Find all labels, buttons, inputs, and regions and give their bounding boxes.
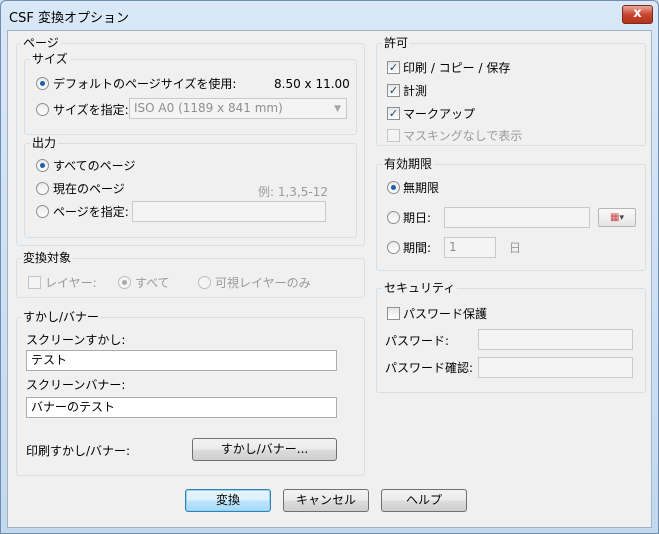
layer-checkbox[interactable]	[28, 276, 41, 289]
markup-label: マークアップ	[403, 107, 476, 121]
date-label: 期日:	[403, 211, 432, 225]
print-copy-save-checkbox[interactable]: ✓	[387, 61, 400, 74]
current-page-label: 現在のページ	[53, 182, 125, 196]
watermark-group-legend: すかし/バナー	[21, 310, 102, 324]
chevron-down-icon: ▾	[619, 213, 624, 223]
password-input[interactable]	[478, 329, 633, 350]
specify-size-radio[interactable]	[36, 103, 49, 116]
dialog-body: ページ サイズ デフォルトのページサイズを使用: 8.50 x 11.00 サイ…	[7, 30, 652, 528]
period-input[interactable]: 1	[444, 237, 496, 258]
size-select-value: ISO A0 (1189 x 841 mm)	[134, 101, 283, 115]
visible-layers-radio[interactable]	[198, 276, 211, 289]
convert-button[interactable]: 変換	[185, 489, 271, 512]
dialog-window: CSF 変換オプション x ページ サイズ デフォルトのページサイズを使用: 8…	[0, 0, 659, 534]
all-layers-radio[interactable]	[118, 276, 131, 289]
specify-pages-radio[interactable]	[36, 205, 49, 218]
period-radio[interactable]	[387, 241, 400, 254]
measure-label: 計測	[403, 84, 428, 98]
cancel-button[interactable]: キャンセル	[283, 489, 369, 512]
close-button[interactable]: x	[622, 5, 653, 24]
specify-pages-label: ページを指定:	[53, 205, 129, 219]
permission-group-legend: 許可	[382, 36, 411, 50]
markup-checkbox[interactable]: ✓	[387, 107, 400, 120]
unlimited-radio[interactable]	[387, 181, 400, 194]
period-label: 期間:	[403, 241, 432, 255]
output-group-legend: 出力	[30, 136, 59, 150]
watermark-banner-button[interactable]: すかし/バナー...	[192, 438, 337, 461]
size-group	[24, 59, 357, 135]
size-select[interactable]: ISO A0 (1189 x 841 mm) ▼	[129, 98, 347, 119]
expiry-group-legend: 有効期限	[382, 157, 435, 171]
chevron-down-icon: ▼	[334, 104, 341, 114]
all-pages-radio[interactable]	[36, 159, 49, 172]
password-protect-label: パスワード保護	[403, 307, 488, 321]
date-radio[interactable]	[387, 211, 400, 224]
visible-layers-label: 可視レイヤーのみ	[215, 276, 311, 290]
specify-size-label: サイズを指定:	[53, 103, 129, 117]
page-range-example: 例: 1,3,5-12	[258, 185, 328, 199]
layer-label: レイヤー:	[45, 276, 97, 290]
masking-label: マスキングなしで表示	[403, 129, 523, 143]
date-input[interactable]	[444, 207, 590, 228]
all-pages-label: すべてのページ	[53, 159, 136, 173]
confirm-password-label: パスワード確認:	[385, 361, 474, 375]
security-group-legend: セキュリティ	[382, 281, 458, 295]
password-protect-checkbox[interactable]	[387, 307, 400, 320]
screen-watermark-input[interactable]: テスト	[26, 350, 337, 371]
masking-checkbox[interactable]	[387, 129, 400, 142]
default-size-value: 8.50 x 11.00	[274, 77, 350, 91]
password-label: パスワード:	[385, 334, 450, 348]
page-range-input[interactable]	[132, 201, 326, 222]
screen-banner-input[interactable]: バナーのテスト	[26, 397, 337, 418]
size-group-legend: サイズ	[30, 52, 70, 66]
window-title: CSF 変換オプション	[9, 11, 129, 26]
title-bar[interactable]: CSF 変換オプション x	[1, 1, 658, 29]
close-icon: x	[633, 6, 642, 21]
default-size-radio[interactable]	[36, 77, 49, 90]
all-layers-label: すべて	[135, 276, 170, 290]
confirm-password-input[interactable]	[478, 357, 633, 378]
screen-watermark-label: スクリーンすかし:	[26, 333, 126, 347]
unlimited-label: 無期限	[403, 181, 440, 195]
print-watermark-label: 印刷すかし/バナー:	[26, 444, 131, 458]
screen-banner-label: スクリーンバナー:	[26, 378, 126, 392]
help-button[interactable]: ヘルプ	[381, 489, 467, 512]
date-picker-button[interactable]: ▦▾	[598, 208, 636, 227]
period-unit-label: 日	[509, 241, 522, 255]
target-group-legend: 変換対象	[21, 251, 74, 265]
print-copy-save-label: 印刷 / コピー / 保存	[403, 61, 511, 75]
default-size-label: デフォルトのページサイズを使用:	[53, 77, 237, 91]
measure-checkbox[interactable]: ✓	[387, 84, 400, 97]
current-page-radio[interactable]	[36, 182, 49, 195]
page-group-legend: ページ	[21, 36, 61, 50]
